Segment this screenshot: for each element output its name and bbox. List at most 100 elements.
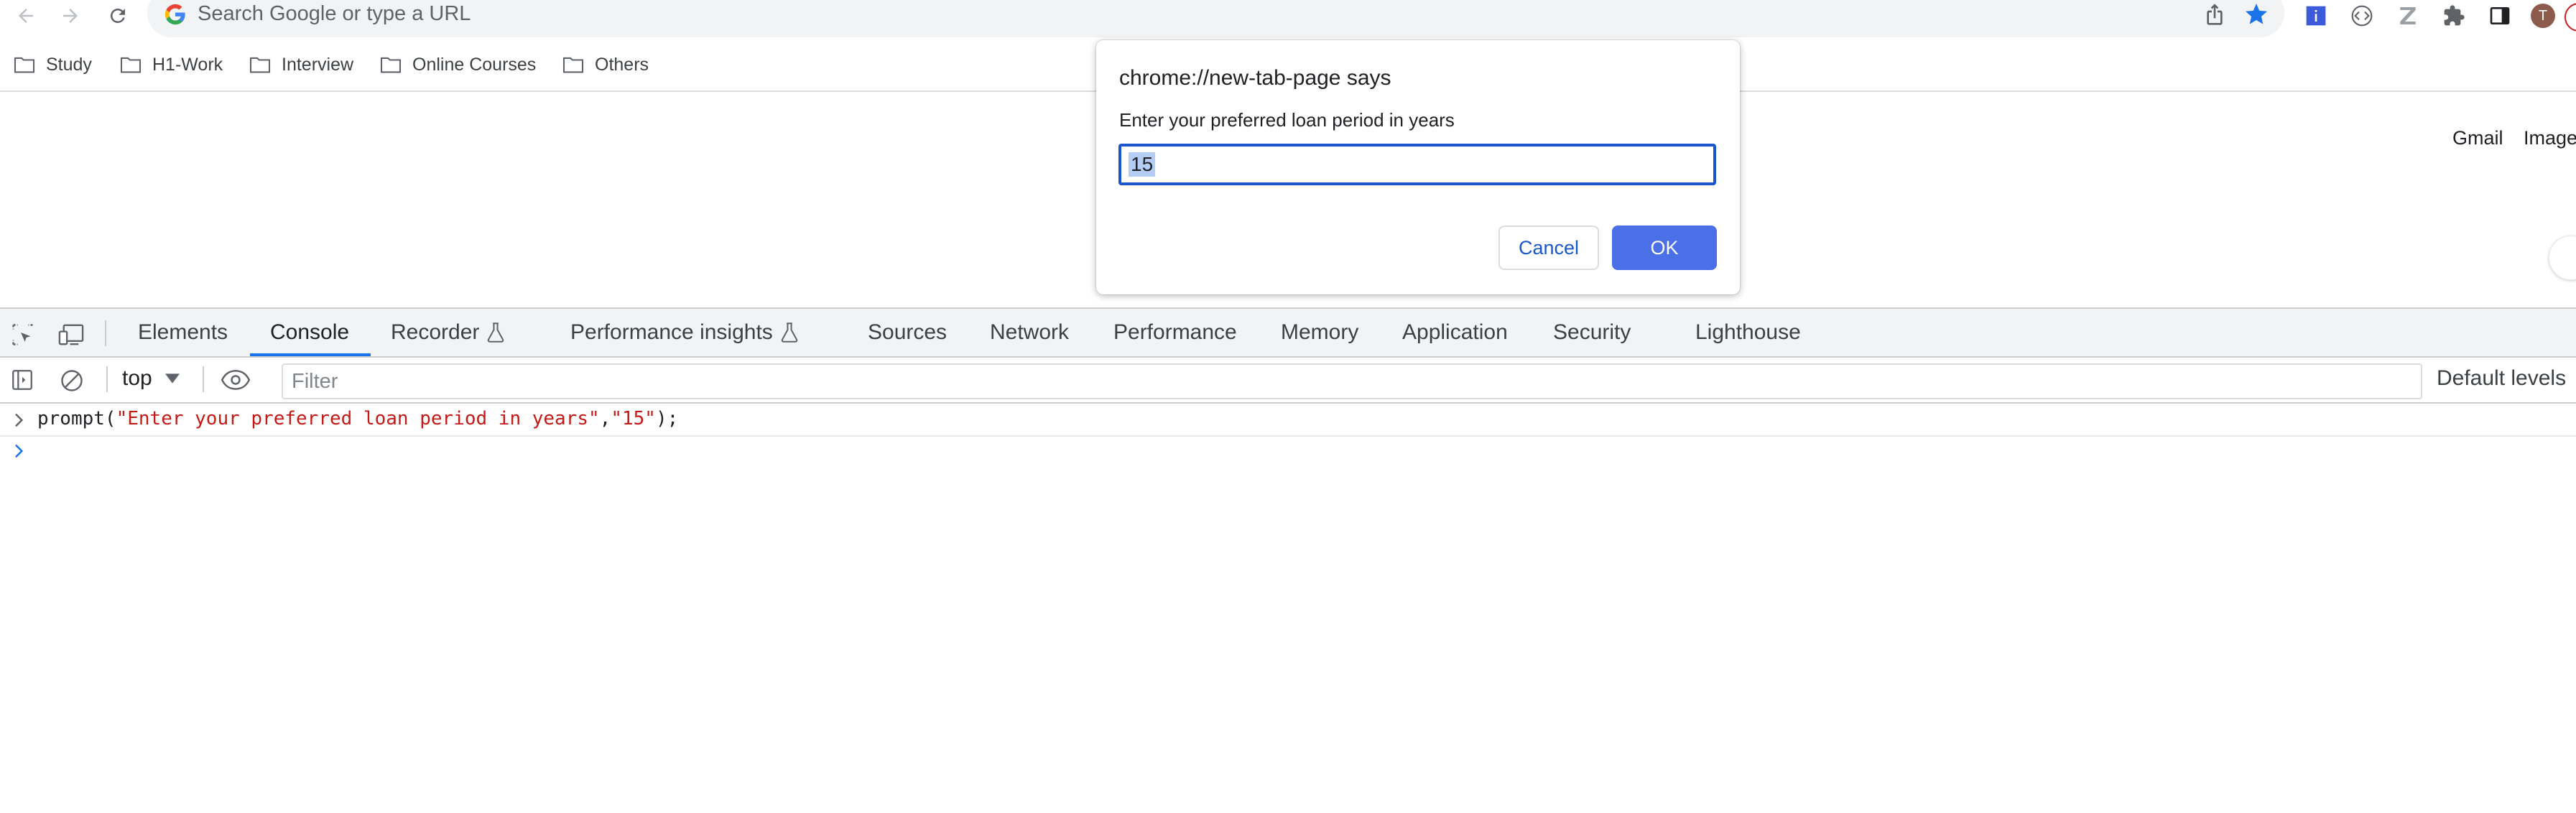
tab-performance-insights[interactable]: Performance insights bbox=[570, 320, 799, 345]
tab-label: Network bbox=[990, 320, 1070, 344]
bookmark-star-icon[interactable] bbox=[2243, 1, 2269, 27]
console-output[interactable]: prompt("Enter your preferred loan period… bbox=[0, 404, 2576, 813]
extensions-button[interactable] bbox=[2440, 1, 2468, 30]
console-prompt[interactable] bbox=[0, 437, 2576, 465]
z-extension-icon bbox=[2400, 7, 2416, 24]
ok-button[interactable]: OK bbox=[1612, 226, 1717, 270]
experiment-flask-icon bbox=[781, 322, 798, 343]
side-panel-button[interactable] bbox=[2485, 1, 2514, 30]
tab-label: Memory bbox=[1281, 320, 1359, 344]
tab-application[interactable]: Application bbox=[1402, 320, 1508, 345]
extension-button[interactable] bbox=[2302, 1, 2330, 30]
active-tab-indicator bbox=[250, 353, 371, 356]
toolbar-separator bbox=[105, 320, 106, 346]
folder-icon bbox=[120, 57, 142, 73]
devtools-panel: Elements Console Recorder Performance in… bbox=[0, 307, 2576, 813]
page-edge-button[interactable] bbox=[2549, 236, 2576, 280]
gmail-link[interactable]: Gmail bbox=[2452, 127, 2503, 149]
tab-network[interactable]: Network bbox=[990, 320, 1069, 345]
avatar-letter: T bbox=[2538, 7, 2548, 24]
bookmark-folder-study[interactable]: Study bbox=[13, 50, 92, 79]
browser-toolbar: Search Google or type a URL T bbox=[0, 0, 2576, 39]
tab-elements[interactable]: Elements bbox=[138, 320, 228, 345]
tab-label: Performance bbox=[1113, 320, 1237, 344]
live-expression-eye-icon[interactable] bbox=[220, 368, 251, 392]
tab-memory[interactable]: Memory bbox=[1281, 320, 1358, 345]
cmd-string-arg: "Enter your preferred loan period in yea… bbox=[116, 408, 600, 429]
omnibox[interactable]: Search Google or type a URL bbox=[147, 0, 2284, 37]
forward-arrow-icon bbox=[63, 9, 78, 23]
tab-label: Security bbox=[1553, 320, 1631, 344]
chevron-right-icon bbox=[15, 444, 24, 458]
bookmark-label: Study bbox=[46, 54, 92, 75]
folder-icon bbox=[380, 57, 402, 73]
experiment-flask-icon bbox=[488, 322, 504, 343]
context-selector[interactable]: top bbox=[122, 366, 180, 391]
filter-field[interactable] bbox=[282, 363, 2422, 399]
side-panel-icon bbox=[2490, 7, 2510, 24]
dialog-title: chrome://new-tab-page says bbox=[1119, 66, 1391, 90]
bookmark-folder-others[interactable]: Others bbox=[562, 50, 649, 79]
tab-console[interactable]: Console bbox=[270, 320, 349, 345]
tab-recorder[interactable]: Recorder bbox=[391, 320, 505, 345]
toolbar-separator bbox=[203, 366, 204, 392]
menu-edge-icon[interactable] bbox=[2565, 3, 2576, 32]
tab-label: Application bbox=[1402, 320, 1508, 344]
folder-icon bbox=[562, 57, 584, 73]
bookmark-folder-interview[interactable]: Interview bbox=[249, 50, 353, 79]
cmd-comma: , bbox=[599, 408, 611, 429]
extension-button[interactable] bbox=[2394, 1, 2422, 30]
omnibox-placeholder: Search Google or type a URL bbox=[198, 2, 471, 25]
dialog-input-value: 15 bbox=[1129, 152, 1156, 177]
puzzle-icon bbox=[2444, 5, 2465, 26]
tab-security[interactable]: Security bbox=[1553, 320, 1631, 345]
info-extension-icon bbox=[2306, 6, 2326, 26]
share-icon[interactable] bbox=[2203, 3, 2226, 26]
inspect-element-icon[interactable] bbox=[10, 322, 36, 348]
tab-label: Console bbox=[270, 320, 350, 344]
tab-label: Elements bbox=[138, 320, 228, 344]
bookmark-label: Interview bbox=[282, 54, 354, 75]
dialog-input-field[interactable]: 15 bbox=[1118, 144, 1716, 185]
prompt-dialog: chrome://new-tab-page says Enter your pr… bbox=[1096, 40, 1740, 294]
forward-button[interactable] bbox=[56, 1, 85, 30]
bookmark-folder-online-courses[interactable]: Online Courses bbox=[379, 50, 536, 79]
context-value: top bbox=[122, 366, 152, 390]
bookmark-folder-h1-work[interactable]: H1-Work bbox=[119, 50, 223, 79]
filter-input[interactable] bbox=[292, 365, 2375, 398]
console-command: prompt("Enter your preferred loan period… bbox=[37, 408, 678, 429]
reload-button[interactable] bbox=[103, 1, 132, 30]
sidebar-toggle-icon[interactable] bbox=[10, 368, 34, 392]
log-levels-dropdown[interactable]: Default levels bbox=[2437, 366, 2566, 391]
bookmark-label: Others bbox=[595, 54, 649, 75]
bookmark-label: H1-Work bbox=[152, 54, 223, 75]
tab-label: Performance insights bbox=[570, 320, 773, 344]
folder-icon bbox=[249, 57, 271, 73]
dialog-message: Enter your preferred loan period in year… bbox=[1119, 109, 1455, 131]
google-icon bbox=[165, 4, 185, 25]
cancel-button[interactable]: Cancel bbox=[1498, 226, 1599, 270]
reload-icon bbox=[110, 8, 125, 23]
dropdown-triangle-icon bbox=[165, 373, 180, 384]
bookmark-label: Online Courses bbox=[412, 54, 537, 75]
code-extension-icon bbox=[2351, 5, 2373, 27]
images-link[interactable]: Images bbox=[2524, 127, 2576, 149]
folder-icon bbox=[14, 57, 35, 73]
toolbar-separator bbox=[106, 366, 108, 392]
cmd-function: prompt( bbox=[37, 408, 116, 429]
tab-label: Recorder bbox=[391, 320, 480, 344]
clear-console-icon[interactable] bbox=[59, 368, 85, 394]
console-toolbar: top Default levels bbox=[0, 358, 2576, 404]
tab-sources[interactable]: Sources bbox=[868, 320, 947, 345]
cmd-end: ); bbox=[655, 408, 679, 429]
cmd-string-arg: "15" bbox=[611, 408, 656, 429]
tab-performance[interactable]: Performance bbox=[1113, 320, 1237, 345]
console-command-row: prompt("Enter your preferred loan period… bbox=[0, 404, 2576, 437]
extension-button[interactable] bbox=[2348, 1, 2376, 30]
tab-label: Sources bbox=[868, 320, 948, 344]
tab-label: Lighthouse bbox=[1695, 320, 1801, 344]
profile-button[interactable]: T bbox=[2529, 1, 2557, 30]
back-button[interactable] bbox=[11, 1, 40, 30]
device-toolbar-icon[interactable] bbox=[57, 322, 85, 348]
tab-lighthouse[interactable]: Lighthouse bbox=[1695, 320, 1801, 345]
